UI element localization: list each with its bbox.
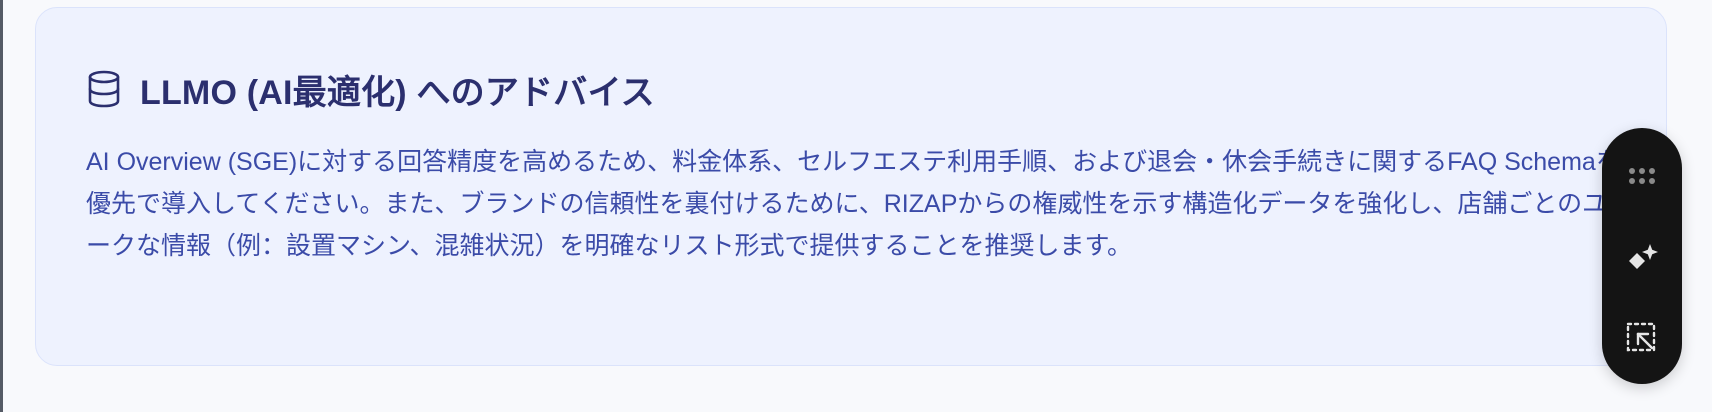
card-header: LLMO (AI最適化) へのアドバイス	[86, 64, 655, 114]
select-area-icon	[1626, 322, 1656, 352]
card-title: LLMO (AI最適化) へのアドバイス	[140, 73, 655, 112]
select-area-button[interactable]	[1602, 308, 1682, 368]
floating-toolbar	[1602, 128, 1682, 384]
database-icon	[86, 70, 122, 108]
card-body-text: AI Overview (SGE)に対する回答精度を高めるため、料金体系、セルフ…	[86, 148, 1646, 260]
llmo-advice-card: LLMO (AI最適化) へのアドバイス AI Overview (SGE)に対…	[35, 7, 1667, 366]
ai-assist-button[interactable]	[1602, 230, 1682, 290]
drag-handle-button[interactable]	[1602, 146, 1682, 206]
drag-handle-icon	[1629, 168, 1655, 184]
window-edge	[0, 0, 3, 412]
sparkle-icon	[1629, 244, 1658, 269]
